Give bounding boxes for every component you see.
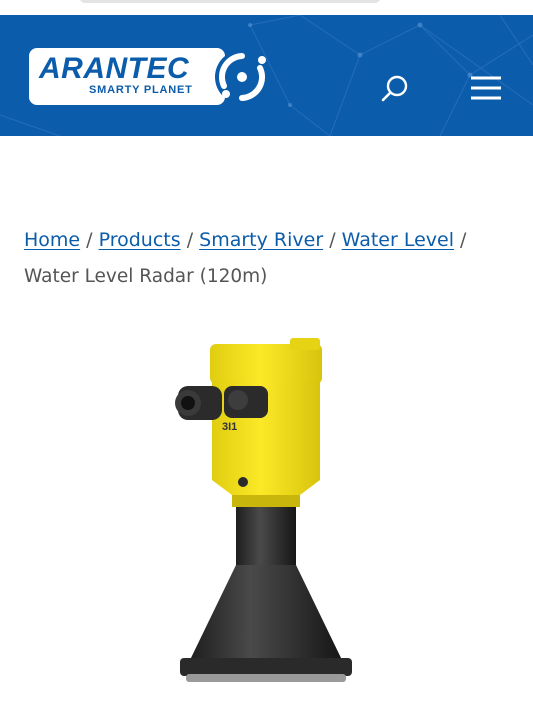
breadcrumb-separator: / xyxy=(186,229,194,251)
logo-swirl-icon xyxy=(215,50,269,104)
breadcrumb-link-home[interactable]: Home xyxy=(24,229,80,251)
breadcrumb-link-products[interactable]: Products xyxy=(99,229,181,251)
breadcrumb-current-page: Water Level Radar (120m) xyxy=(24,266,268,287)
browser-address-bar-edge xyxy=(80,0,380,3)
menu-button[interactable] xyxy=(466,73,506,103)
breadcrumb-separator: / xyxy=(86,229,93,251)
product-image-water-level-radar[interactable]: 3I1 xyxy=(160,330,360,700)
top-strip xyxy=(0,0,533,15)
breadcrumb-link-smarty-river[interactable]: Smarty River xyxy=(199,229,323,251)
breadcrumb: Home / Products / Smarty River / Water L… xyxy=(24,222,494,295)
logo-tagline: SMARTY PLANET xyxy=(89,84,193,96)
breadcrumb-link-water-level[interactable]: Water Level xyxy=(342,229,454,251)
breadcrumb-separator: / xyxy=(460,229,467,251)
breadcrumb-separator: / xyxy=(329,229,336,251)
logo-wordmark: ARANTEC xyxy=(39,52,190,85)
search-button[interactable] xyxy=(378,72,412,106)
search-icon xyxy=(381,75,408,102)
product-marking-label: 3I1 xyxy=(222,421,237,433)
site-header: ARANTEC SMARTY PLANET xyxy=(0,15,533,136)
hamburger-menu-icon xyxy=(471,76,501,100)
arantec-logo[interactable]: ARANTEC SMARTY PLANET xyxy=(29,48,274,105)
